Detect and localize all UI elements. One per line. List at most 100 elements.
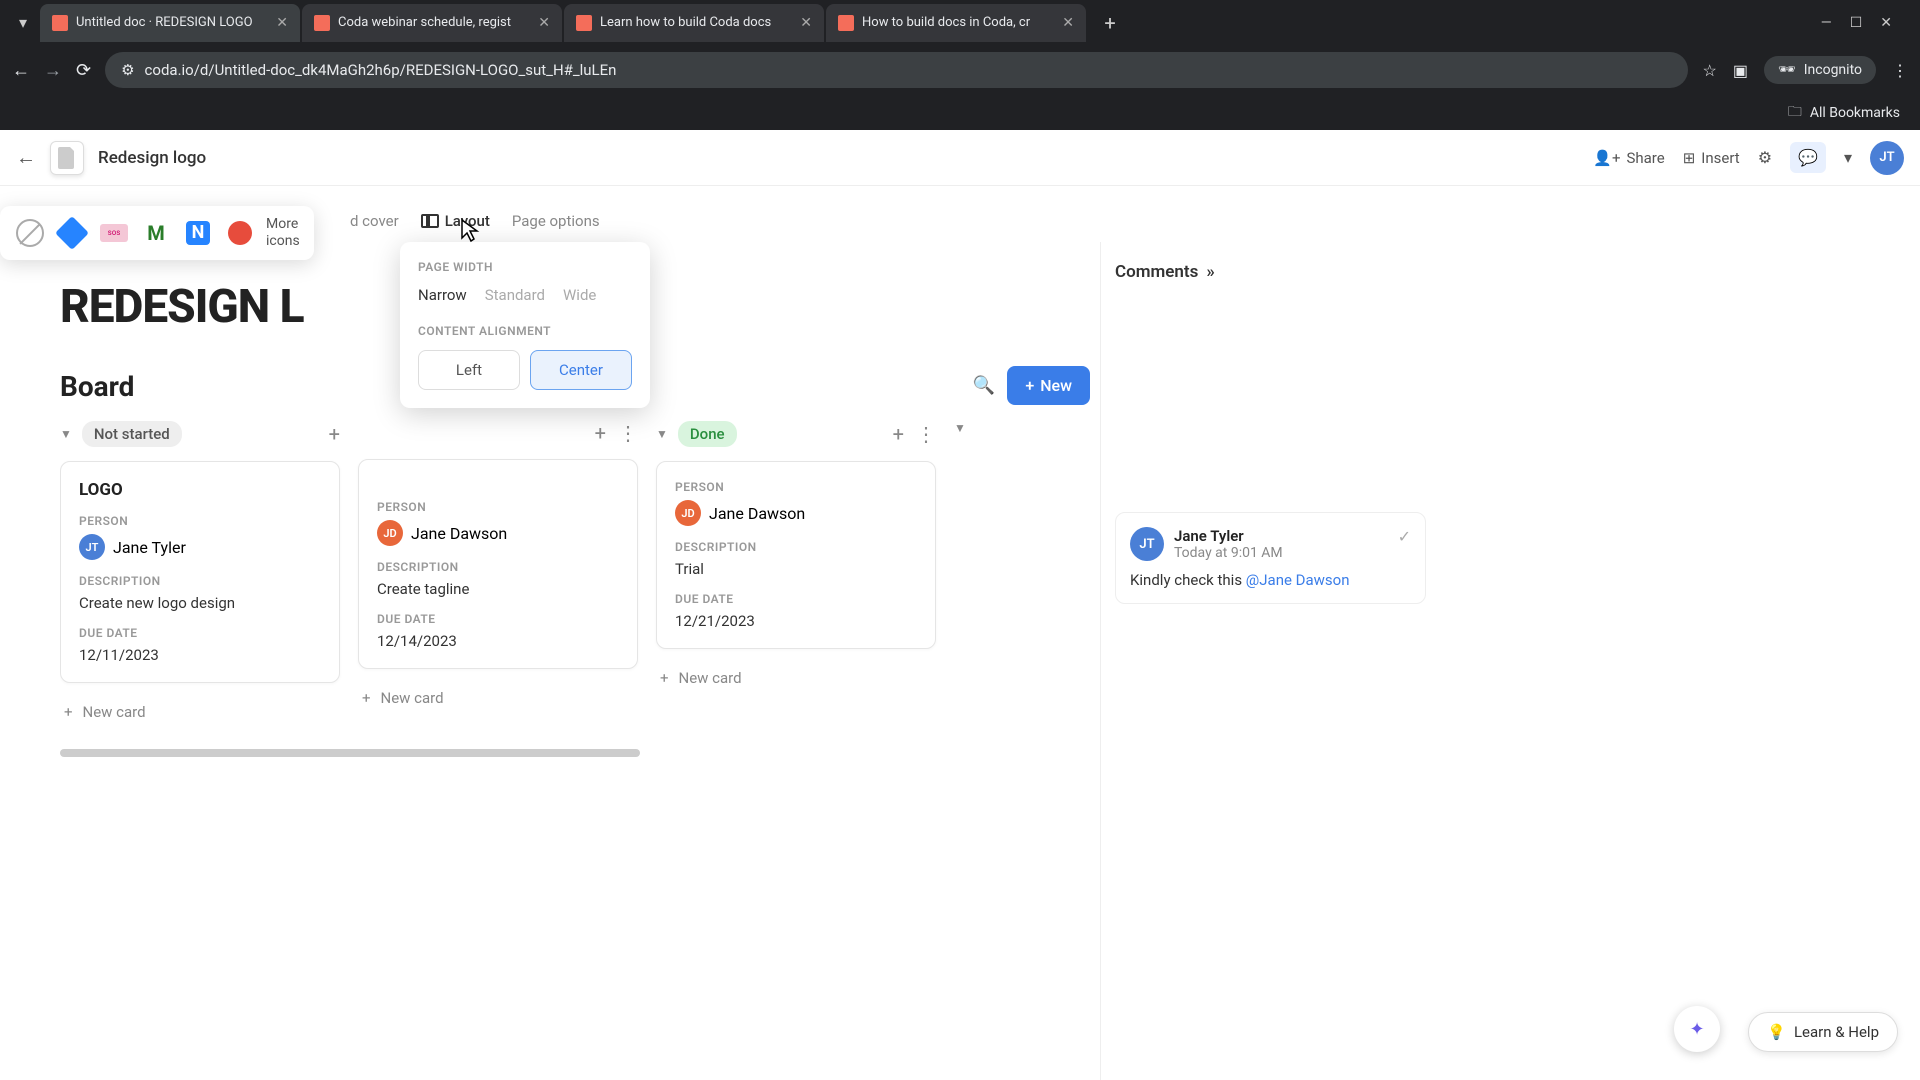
card-title: LOGO: [79, 480, 321, 500]
share-button[interactable]: 👤+ Share: [1593, 149, 1664, 167]
browser-tab-0[interactable]: Untitled doc · REDESIGN LOGO ✕: [40, 4, 300, 42]
forward-icon[interactable]: →: [44, 60, 62, 81]
board-card[interactable]: PERSON JD Jane Dawson DESCRIPTION Trial …: [656, 461, 936, 649]
comment-avatar: JT: [1130, 527, 1164, 561]
browser-tab-1[interactable]: Coda webinar schedule, regist ✕: [302, 4, 562, 42]
back-icon[interactable]: ←: [12, 60, 30, 81]
chevron-down-icon[interactable]: ▼: [60, 427, 72, 441]
width-standard-option[interactable]: Standard: [485, 286, 545, 304]
add-cover-button[interactable]: d cover: [350, 212, 399, 230]
favicon-icon: [314, 15, 330, 31]
close-icon[interactable]: ✕: [800, 15, 812, 31]
chevron-down-icon[interactable]: ▼: [656, 427, 668, 441]
no-icon-option[interactable]: [14, 217, 46, 249]
new-card-button[interactable]: + New card: [656, 665, 936, 691]
align-left-button[interactable]: Left: [418, 350, 520, 390]
comments-header-label: Comments: [1115, 262, 1198, 282]
folder-icon: 🗀: [1788, 101, 1802, 125]
column-menu-icon[interactable]: ⋮: [618, 421, 638, 445]
star-icon[interactable]: ☆: [1702, 61, 1716, 80]
more-icons-button[interactable]: More icons: [266, 216, 300, 250]
insert-icon: ⊞: [1683, 149, 1696, 167]
icon-option-mask[interactable]: M: [140, 217, 172, 249]
description-label: DESCRIPTION: [675, 540, 917, 554]
close-window-icon[interactable]: ✕: [1880, 15, 1892, 31]
doc-icon-button[interactable]: [50, 141, 84, 175]
tab-title: Learn how to build Coda docs: [600, 15, 792, 30]
browser-tab-3[interactable]: How to build docs in Coda, cr ✕: [826, 4, 1086, 42]
share-icon: 👤+: [1593, 149, 1620, 167]
ai-assist-button[interactable]: ✦: [1674, 1006, 1720, 1052]
comment-text: Kindly check this: [1130, 571, 1246, 589]
incognito-badge[interactable]: 🕶 Incognito: [1764, 56, 1876, 84]
new-button-label: New: [1040, 376, 1072, 395]
new-tab-button[interactable]: +: [1094, 7, 1126, 39]
comment-mention[interactable]: @Jane Dawson: [1246, 571, 1350, 589]
settings-icon[interactable]: ⚙: [1758, 148, 1772, 167]
tab-title: Untitled doc · REDESIGN LOGO: [76, 15, 268, 30]
chevron-down-icon[interactable]: ▾: [1844, 148, 1852, 167]
board-column-done: ▼ Done + ⋮ PERSON JD Jane Dawson D: [656, 421, 936, 725]
width-narrow-option[interactable]: Narrow: [418, 286, 467, 304]
panel-icon[interactable]: ▣: [1733, 61, 1748, 80]
new-card-button[interactable]: + New card: [358, 685, 638, 711]
user-avatar[interactable]: JT: [1870, 141, 1904, 175]
icon-option-sun[interactable]: [224, 217, 256, 249]
maximize-icon[interactable]: ☐: [1850, 15, 1863, 31]
due-date-label: DUE DATE: [377, 612, 619, 626]
chevron-down-icon[interactable]: ▼: [954, 421, 966, 435]
new-button[interactable]: + New: [1007, 366, 1090, 405]
insert-label: Insert: [1701, 149, 1739, 167]
new-card-button[interactable]: + New card: [60, 699, 340, 725]
reload-icon[interactable]: ⟳: [76, 60, 91, 81]
icon-option-sos[interactable]: sos: [98, 217, 130, 249]
close-icon[interactable]: ✕: [538, 15, 550, 31]
doc-back-icon[interactable]: ←: [16, 145, 36, 170]
site-info-icon[interactable]: ⚙: [121, 61, 134, 79]
layout-button[interactable]: Layout: [421, 212, 490, 230]
close-icon[interactable]: ✕: [276, 15, 288, 31]
add-card-icon[interactable]: +: [595, 421, 606, 445]
icon-option-diamond[interactable]: [56, 217, 88, 249]
add-card-icon[interactable]: +: [893, 422, 904, 446]
board-column-not-started: ▼ Not started + LOGO PERSON JT Jane Tyle…: [60, 421, 340, 725]
card-due-date: 12/21/2023: [675, 612, 917, 630]
url-field[interactable]: ⚙ coda.io/d/Untitled-doc_dk4MaGh2h6p/RED…: [105, 52, 1688, 88]
all-bookmarks-link[interactable]: All Bookmarks: [1810, 105, 1900, 121]
board-card[interactable]: LOGO PERSON JT Jane Tyler DESCRIPTION Cr…: [60, 461, 340, 683]
person-avatar: JD: [675, 500, 701, 526]
card-description: Trial: [675, 560, 917, 578]
icon-option-n[interactable]: N: [182, 217, 214, 249]
align-center-button[interactable]: Center: [530, 350, 632, 390]
insert-button[interactable]: ⊞ Insert: [1683, 149, 1740, 167]
page-options-button[interactable]: Page options: [512, 212, 600, 230]
status-badge[interactable]: Done: [678, 421, 737, 447]
close-icon[interactable]: ✕: [1062, 15, 1074, 31]
card-description: Create tagline: [377, 580, 619, 598]
width-wide-option[interactable]: Wide: [563, 286, 596, 304]
browser-tab-2[interactable]: Learn how to build Coda docs ✕: [564, 4, 824, 42]
share-label: Share: [1626, 149, 1664, 167]
doc-title[interactable]: Redesign logo: [98, 148, 206, 168]
favicon-icon: [576, 15, 592, 31]
learn-help-button[interactable]: 💡 Learn & Help: [1748, 1012, 1898, 1052]
tab-title: How to build docs in Coda, cr: [862, 15, 1054, 30]
board-column-overflow: ▼: [954, 421, 974, 725]
collapse-icon[interactable]: »: [1206, 262, 1214, 282]
comments-toggle-icon[interactable]: 💬: [1790, 142, 1826, 173]
comment-body: Kindly check this @Jane Dawson: [1130, 571, 1411, 589]
column-menu-icon[interactable]: ⋮: [916, 422, 936, 446]
add-card-icon[interactable]: +: [329, 422, 340, 446]
status-badge[interactable]: Not started: [82, 421, 182, 447]
menu-icon[interactable]: ⋮: [1892, 61, 1908, 80]
minimize-icon[interactable]: —: [1821, 15, 1832, 31]
resolve-icon[interactable]: ✓: [1398, 527, 1411, 546]
board-card[interactable]: PERSON JD Jane Dawson DESCRIPTION Create…: [358, 459, 638, 669]
search-icon[interactable]: 🔍: [973, 375, 995, 396]
tabs-dropdown[interactable]: ▾: [8, 8, 38, 38]
url-text: coda.io/d/Untitled-doc_dk4MaGh2h6p/REDES…: [145, 61, 617, 79]
horizontal-scrollbar[interactable]: [60, 749, 640, 757]
comment-item[interactable]: JT Jane Tyler Today at 9:01 AM ✓ Kindly …: [1115, 512, 1426, 604]
window-controls: — ☐ ✕: [1821, 15, 1912, 31]
new-card-label: New card: [83, 703, 146, 721]
